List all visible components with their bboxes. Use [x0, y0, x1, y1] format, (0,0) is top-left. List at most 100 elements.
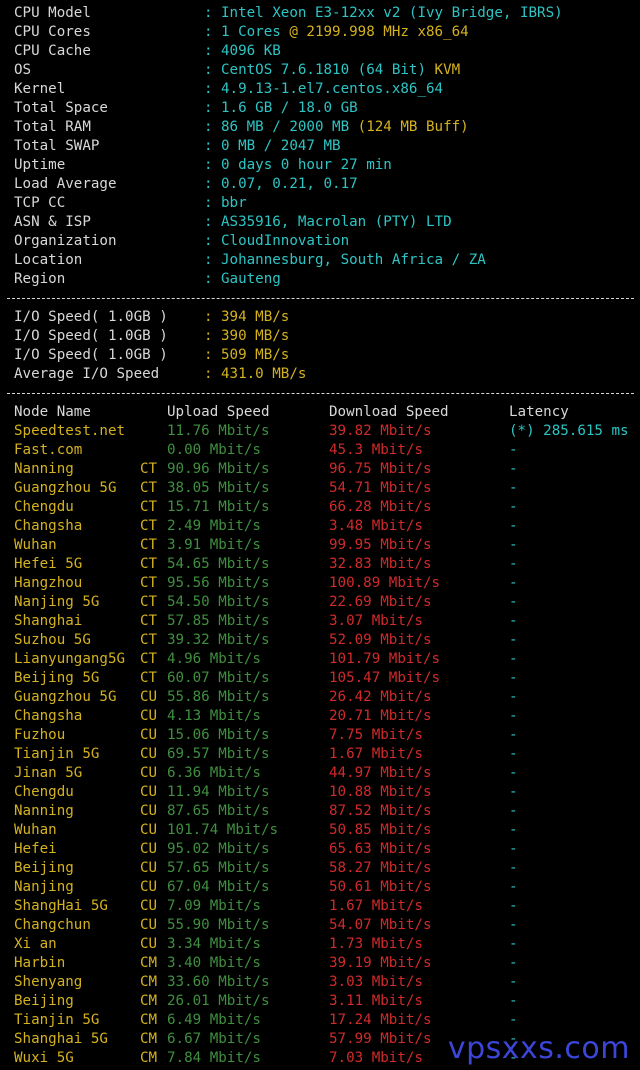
- speed-row: Shenyang CM 33.60 Mbit/s 3.03 Mbit/s -: [14, 973, 640, 992]
- sysinfo-value: 0 days 0 hour 27 min: [221, 157, 392, 173]
- speed-row: Tianjin 5G CU 69.57 Mbit/s 1.67 Mbit/s -: [14, 745, 640, 764]
- upload-speed: 3.40 Mbit/s: [167, 955, 261, 971]
- node-name: Hangzhou: [14, 575, 83, 591]
- isp-code: CT: [140, 632, 158, 648]
- latency: -: [509, 613, 518, 629]
- latency: -: [509, 499, 518, 515]
- upload-speed: 39.32 Mbit/s: [167, 632, 270, 648]
- speed-row: Nanning CT 90.96 Mbit/s 96.75 Mbit/s -: [14, 460, 640, 479]
- download-speed: 3.07 Mbit/s: [329, 613, 423, 629]
- upload-speed: 38.05 Mbit/s: [167, 480, 270, 496]
- latency: -: [509, 575, 518, 591]
- sysinfo-key: Total RAM: [14, 119, 91, 135]
- download-speed: 65.63 Mbit/s: [329, 841, 432, 857]
- speed-table: Speedtest.net 11.76 Mbit/s 39.82 Mbit/s (*)…: [14, 422, 640, 1068]
- upload-speed: 6.36 Mbit/s: [167, 765, 261, 781]
- download-speed: 1.67 Mbit/s: [329, 746, 423, 762]
- upload-speed: 57.65 Mbit/s: [167, 860, 270, 876]
- latency: -: [509, 727, 518, 743]
- latency: (*) 285.615 ms: [509, 423, 629, 439]
- latency: -: [509, 746, 518, 762]
- node-name: Tianjin 5G: [14, 746, 100, 762]
- isp-code: CU: [140, 803, 158, 819]
- sysinfo-row: Location: Johannesburg, South Africa / ZA: [14, 251, 640, 270]
- node-name: Fuzhou: [14, 727, 66, 743]
- latency: -: [509, 556, 518, 572]
- isp-code: CU: [140, 841, 158, 857]
- latency: -: [509, 936, 518, 952]
- speed-row: Hefei CU 95.02 Mbit/s 65.63 Mbit/s -: [14, 840, 640, 859]
- download-speed: 58.27 Mbit/s: [329, 860, 432, 876]
- isp-code: CT: [140, 518, 158, 534]
- speed-row: Beijing 5G CT 60.07 Mbit/s 105.47 Mbit/s -: [14, 669, 640, 688]
- upload-speed: 6.49 Mbit/s: [167, 1012, 261, 1028]
- sysinfo-value: Gauteng: [221, 271, 281, 287]
- speed-row: Guangzhou 5G CU 55.86 Mbit/s 26.42 Mbit/s -: [14, 688, 640, 707]
- sysinfo-row: Total SWAP:0 MB / 2047 MB: [14, 137, 640, 156]
- sysinfo-row: CPU Cache:4096 KB: [14, 42, 640, 61]
- latency: -: [509, 898, 518, 914]
- speed-row: Beijing CU 57.65 Mbit/s 58.27 Mbit/s -: [14, 859, 640, 878]
- io-speed-key: I/O Speed( 1.0GB ): [14, 328, 168, 344]
- isp-code: CT: [140, 594, 158, 610]
- download-speed: 87.52 Mbit/s: [329, 803, 432, 819]
- upload-speed: 7.09 Mbit/s: [167, 898, 261, 914]
- latency: -: [509, 822, 518, 838]
- separator-line: [7, 289, 640, 308]
- speed-row: Changsha CT 2.49 Mbit/s 3.48 Mbit/s -: [14, 517, 640, 536]
- upload-speed: 60.07 Mbit/s: [167, 670, 270, 686]
- download-speed: 3.03 Mbit/s: [329, 974, 423, 990]
- sysinfo-value-line: 86 MB / 2000 MB (124 MB Buff): [221, 118, 469, 137]
- sysinfo-colon: :: [204, 62, 213, 78]
- latency: -: [509, 803, 518, 819]
- io-speed-colon: :: [204, 309, 213, 325]
- download-speed: 100.89 Mbit/s: [329, 575, 441, 591]
- node-name: Nanning: [14, 461, 74, 477]
- isp-code: CU: [140, 936, 158, 952]
- download-speed: 7.03 Mbit/s: [329, 1050, 423, 1066]
- io-speed-row: I/O Speed( 1.0GB ):394 MB/s: [14, 308, 640, 327]
- sysinfo-key: Load Average: [14, 176, 117, 192]
- speed-row: Wuhan CT 3.91 Mbit/s 99.95 Mbit/s -: [14, 536, 640, 555]
- speed-row: Changchun CU 55.90 Mbit/s 54.07 Mbit/s -: [14, 916, 640, 935]
- node-name: Fast.com: [14, 442, 83, 458]
- upload-speed: 2.49 Mbit/s: [167, 518, 261, 534]
- sysinfo-key: Location: [14, 252, 83, 268]
- sysinfo-value-line: Gauteng: [221, 270, 281, 289]
- latency: -: [509, 689, 518, 705]
- sysinfo-key: CPU Cores: [14, 24, 91, 40]
- io-speed-value: 509 MB/s: [221, 347, 290, 363]
- node-name: Nanjing 5G: [14, 594, 100, 610]
- isp-code: CU: [140, 917, 158, 933]
- isp-code: CM: [140, 1012, 158, 1028]
- header-latency: Latency: [509, 404, 569, 420]
- sysinfo-key: TCP CC: [14, 195, 66, 211]
- upload-speed: 3.91 Mbit/s: [167, 537, 261, 553]
- sysinfo-colon: :: [204, 5, 213, 21]
- sysinfo-row: Load Average:0.07, 0.21, 0.17: [14, 175, 640, 194]
- speed-row: Lianyungang5G CT 4.96 Mbit/s 101.79 Mbit/s -: [14, 650, 640, 669]
- sysinfo-key: Region: [14, 271, 66, 287]
- sysinfo-key: CPU Cache: [14, 43, 91, 59]
- sysinfo-key: Kernel: [14, 81, 66, 97]
- speed-row: Jinan 5G CU 6.36 Mbit/s 44.97 Mbit/s -: [14, 764, 640, 783]
- sysinfo-colon: :: [204, 119, 213, 135]
- isp-code: CU: [140, 822, 158, 838]
- speed-row: Guangzhou 5G CT 38.05 Mbit/s 54.71 Mbit/s -: [14, 479, 640, 498]
- node-name: Beijing: [14, 860, 74, 876]
- sysinfo-extra: KVM: [434, 62, 461, 78]
- latency: -: [509, 841, 518, 857]
- speed-row: Chengdu CU 11.94 Mbit/s 10.88 Mbit/s -: [14, 783, 640, 802]
- node-name: Shanghai: [14, 613, 83, 629]
- download-speed: 57.99 Mbit/s: [329, 1031, 432, 1047]
- sysinfo-colon: :: [204, 24, 213, 40]
- io-speed-colon: :: [204, 366, 213, 382]
- upload-speed: 6.67 Mbit/s: [167, 1031, 261, 1047]
- latency: -: [509, 1012, 518, 1028]
- sysinfo-colon: :: [204, 233, 213, 249]
- sysinfo-key: Organization: [14, 233, 117, 249]
- sysinfo-extra: (124 MB Buff): [357, 119, 469, 135]
- sysinfo-row: ASN & ISP: AS35916, Macrolan (PTY) LTD: [14, 213, 640, 232]
- sysinfo-row: Total Space:1.6 GB / 18.0 GB: [14, 99, 640, 118]
- sysinfo-colon: :: [204, 214, 213, 230]
